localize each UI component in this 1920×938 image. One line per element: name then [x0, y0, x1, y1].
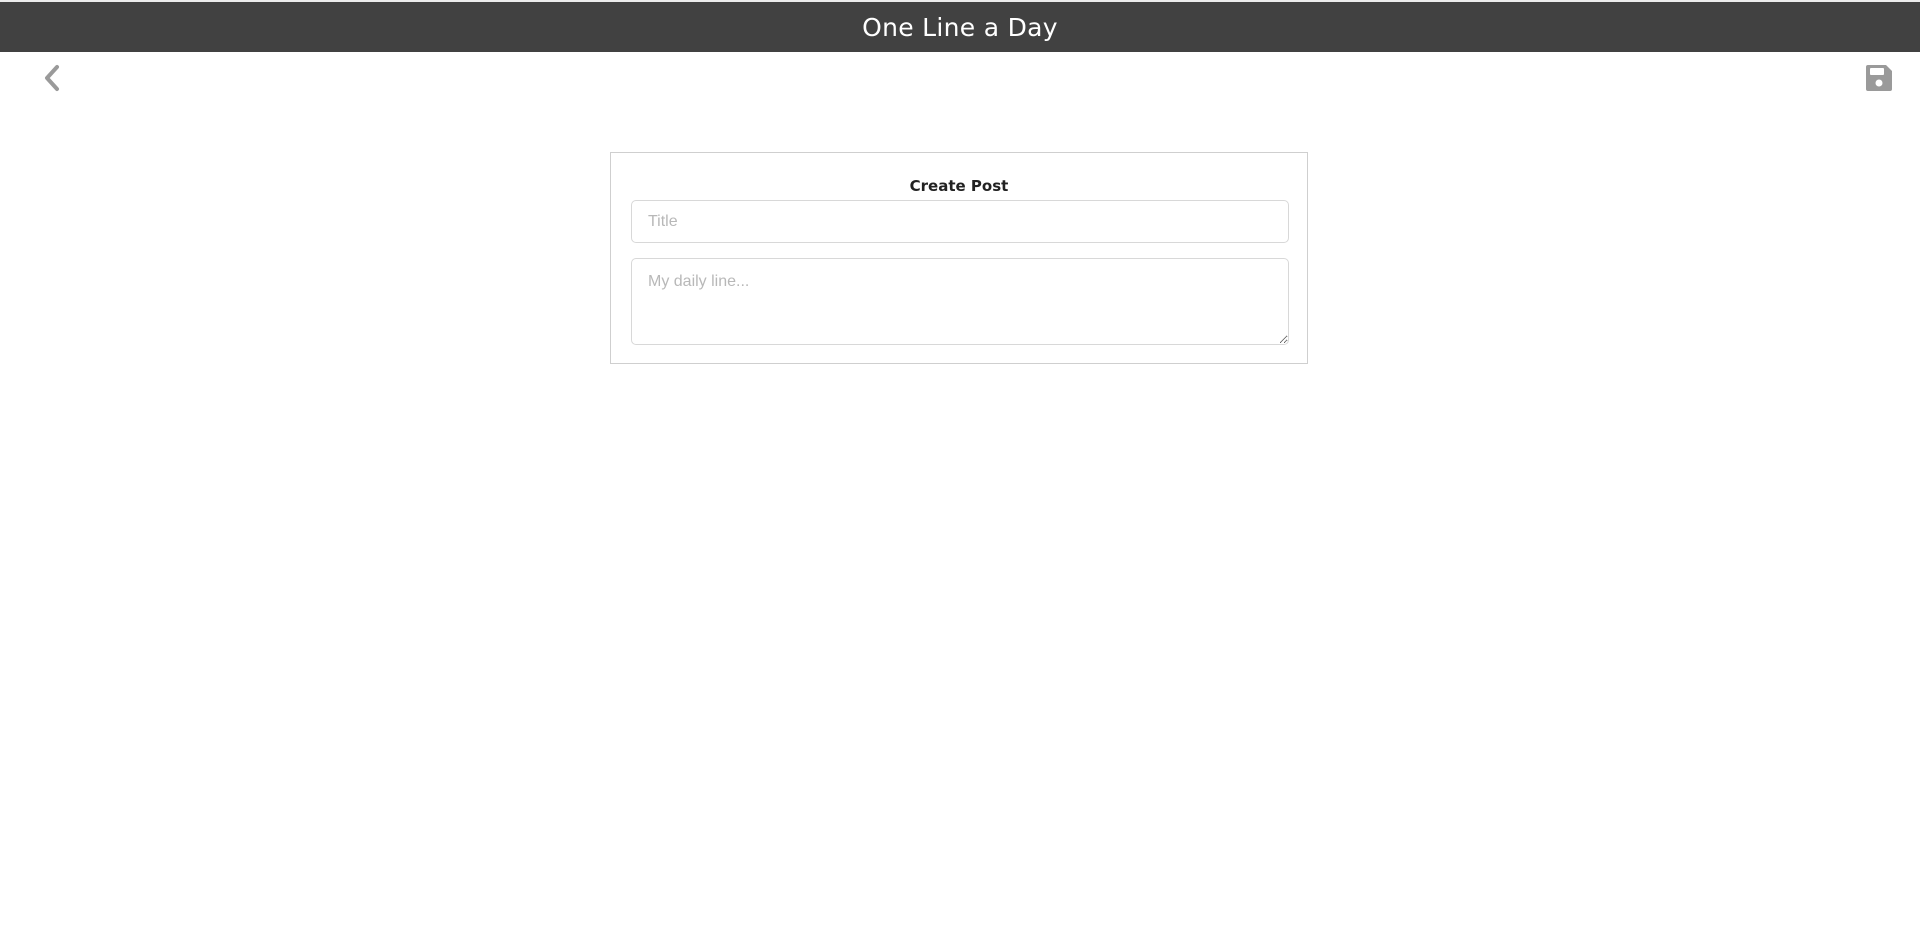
create-post-heading: Create Post — [909, 177, 1009, 195]
create-post-card: Create Post — [610, 152, 1308, 364]
app-title: One Line a Day — [862, 12, 1058, 42]
back-button[interactable] — [38, 62, 66, 94]
save-button[interactable] — [1864, 62, 1894, 94]
daily-line-textarea[interactable] — [631, 258, 1289, 345]
title-input[interactable] — [631, 200, 1289, 243]
floppy-disk-icon — [1866, 65, 1892, 91]
chevron-left-icon — [45, 65, 59, 91]
app-header: One Line a Day — [0, 2, 1920, 52]
